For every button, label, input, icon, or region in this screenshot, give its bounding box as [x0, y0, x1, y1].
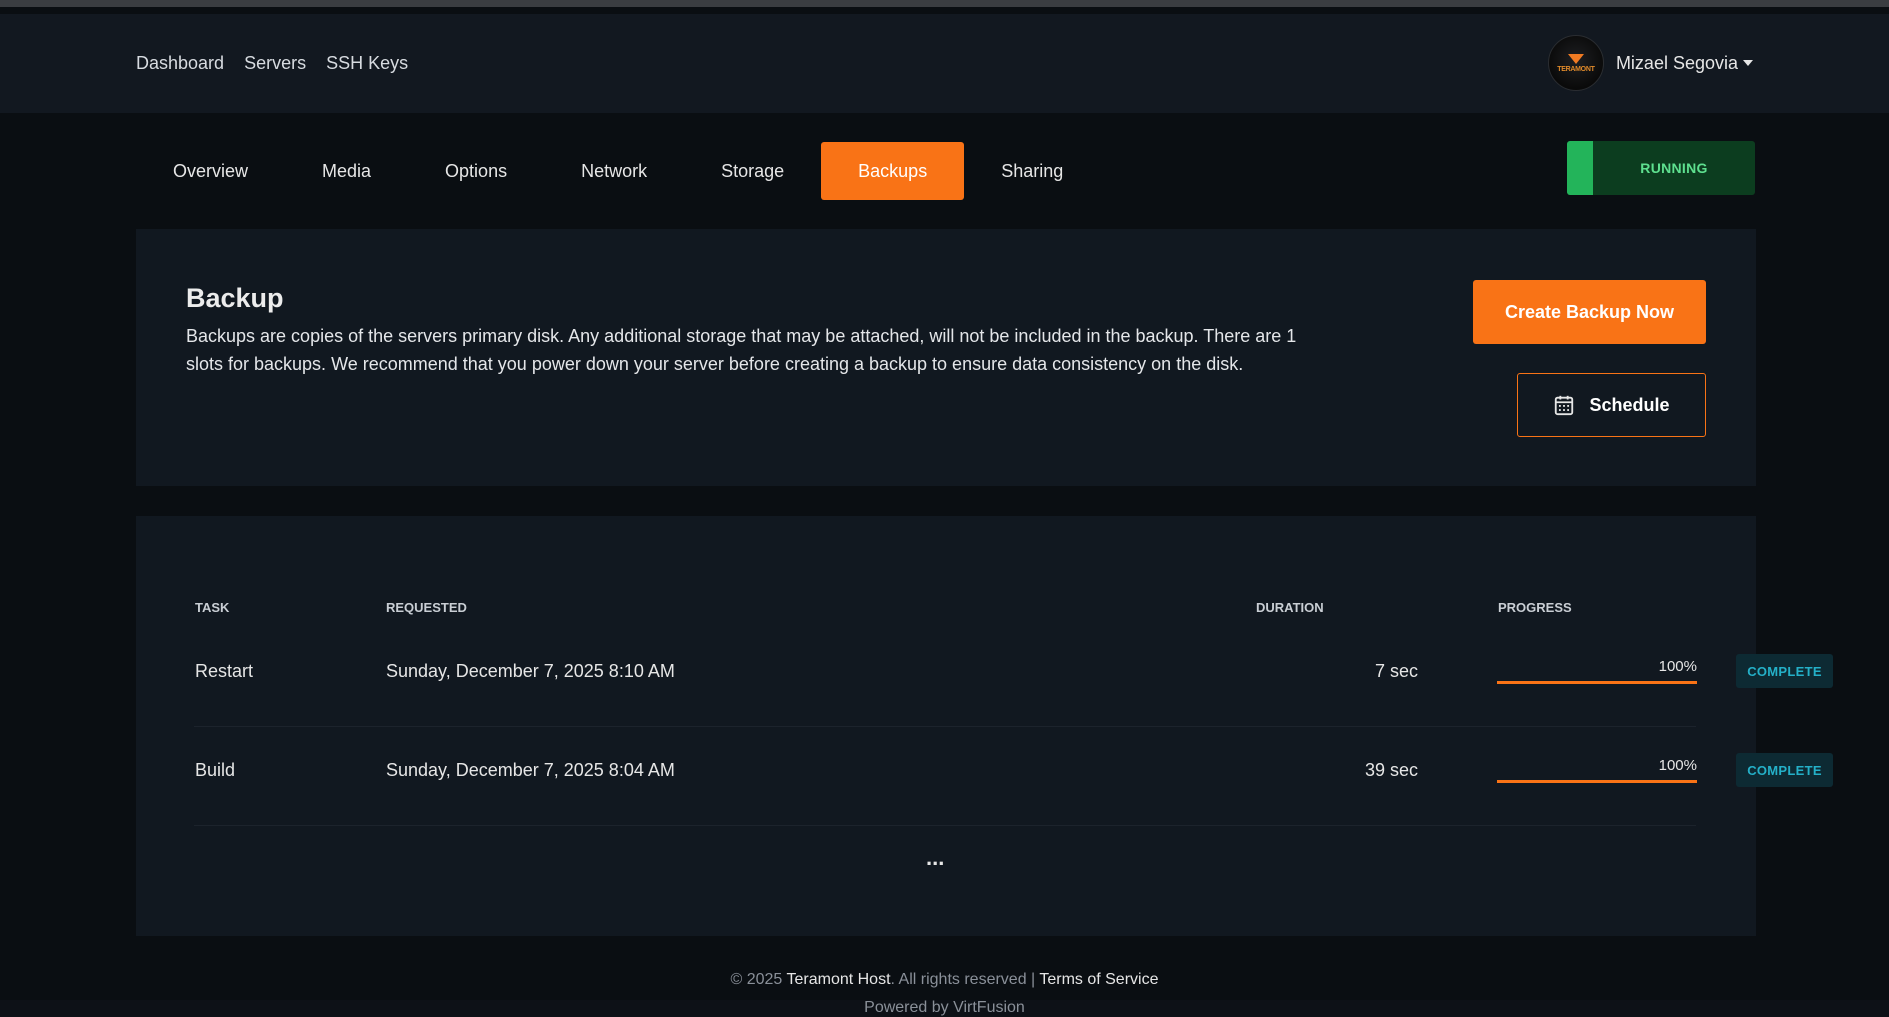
nav-dashboard[interactable]: Dashboard	[136, 53, 224, 74]
terms-of-service-link[interactable]: Terms of Service	[1039, 971, 1158, 988]
create-backup-button[interactable]: Create Backup Now	[1473, 280, 1706, 344]
tasks-card: TASK REQUESTED DURATION PROGRESS Restart…	[136, 516, 1833, 936]
table-row: Restart Sunday, December 7, 2025 8:10 AM…	[194, 628, 1833, 727]
teramont-logo-icon	[1567, 53, 1584, 64]
tab-storage[interactable]: Storage	[684, 142, 821, 200]
status-badge: COMPLETE	[1736, 753, 1833, 787]
tab-backups[interactable]: Backups	[821, 142, 965, 200]
user-menu[interactable]: TERAMONT Mizael Segovia	[1547, 35, 1753, 91]
app-window: Dashboard Servers SSH Keys TERAMONT Miza…	[0, 0, 1889, 1016]
progress-percent: 100%	[1658, 757, 1697, 774]
footer: © 2025 Teramont Host. All rights reserve…	[0, 971, 1889, 989]
progress-percent: 100%	[1658, 658, 1697, 675]
top-navbar: Dashboard Servers SSH Keys TERAMONT Miza…	[0, 14, 1889, 113]
footer-powered-by: Powered by VirtFusion	[864, 999, 1025, 1016]
tab-overview[interactable]: Overview	[136, 142, 285, 200]
avatar-logo-text: TERAMONT	[1557, 65, 1595, 73]
progress-bar: 100%	[1497, 757, 1697, 783]
tab-network[interactable]: Network	[544, 142, 684, 200]
duration: 39 sec	[1364, 759, 1418, 780]
more-ellipsis-button[interactable]: ...	[926, 845, 944, 871]
calendar-icon	[1555, 395, 1574, 416]
caret-down-icon[interactable]	[1743, 60, 1753, 66]
tab-options[interactable]: Options	[408, 142, 544, 200]
header-progress: PROGRESS	[1498, 600, 1572, 615]
requested-date: Sunday, December 7, 2025 8:10 AM	[386, 660, 675, 681]
status-color-bar	[1567, 141, 1593, 195]
requested-date: Sunday, December 7, 2025 8:04 AM	[386, 759, 675, 780]
header-task: TASK	[195, 600, 230, 615]
progress-bar: 100%	[1497, 658, 1697, 684]
footer-company-link[interactable]: Teramont Host	[786, 971, 890, 988]
tab-sharing[interactable]: Sharing	[964, 142, 1100, 200]
nav-servers[interactable]: Servers	[244, 53, 306, 74]
avatar: TERAMONT	[1547, 35, 1604, 91]
progress-fill	[1497, 681, 1697, 684]
main-nav: Dashboard Servers SSH Keys	[136, 14, 428, 113]
status-badge: COMPLETE	[1736, 654, 1833, 688]
task-name: Build	[195, 759, 236, 780]
header-requested: REQUESTED	[386, 600, 467, 615]
header-duration: DURATION	[1256, 600, 1324, 615]
page-title: Backup	[186, 283, 284, 313]
server-status-indicator: RUNNING	[1567, 141, 1755, 195]
progress-fill	[1497, 780, 1697, 783]
schedule-button[interactable]: Schedule	[1517, 373, 1706, 437]
table-row: Build Sunday, December 7, 2025 8:04 AM 3…	[194, 727, 1833, 826]
footer-copyright: © 2025	[730, 971, 783, 988]
nav-ssh-keys[interactable]: SSH Keys	[326, 53, 408, 74]
duration: 7 sec	[1374, 660, 1418, 681]
server-tabs: Overview Media Options Network Storage B…	[136, 142, 1100, 200]
footer-rights: . All rights reserved |	[890, 971, 1036, 988]
task-name: Restart	[195, 660, 254, 681]
backup-info-card: Backup Backups are copies of the servers…	[136, 229, 1756, 486]
backup-description: Backups are copies of the servers primar…	[186, 326, 1297, 374]
tab-media[interactable]: Media	[285, 142, 408, 200]
schedule-label: Schedule	[1589, 394, 1670, 415]
status-text: RUNNING	[1640, 160, 1708, 176]
username[interactable]: Mizael Segovia	[1616, 53, 1738, 74]
